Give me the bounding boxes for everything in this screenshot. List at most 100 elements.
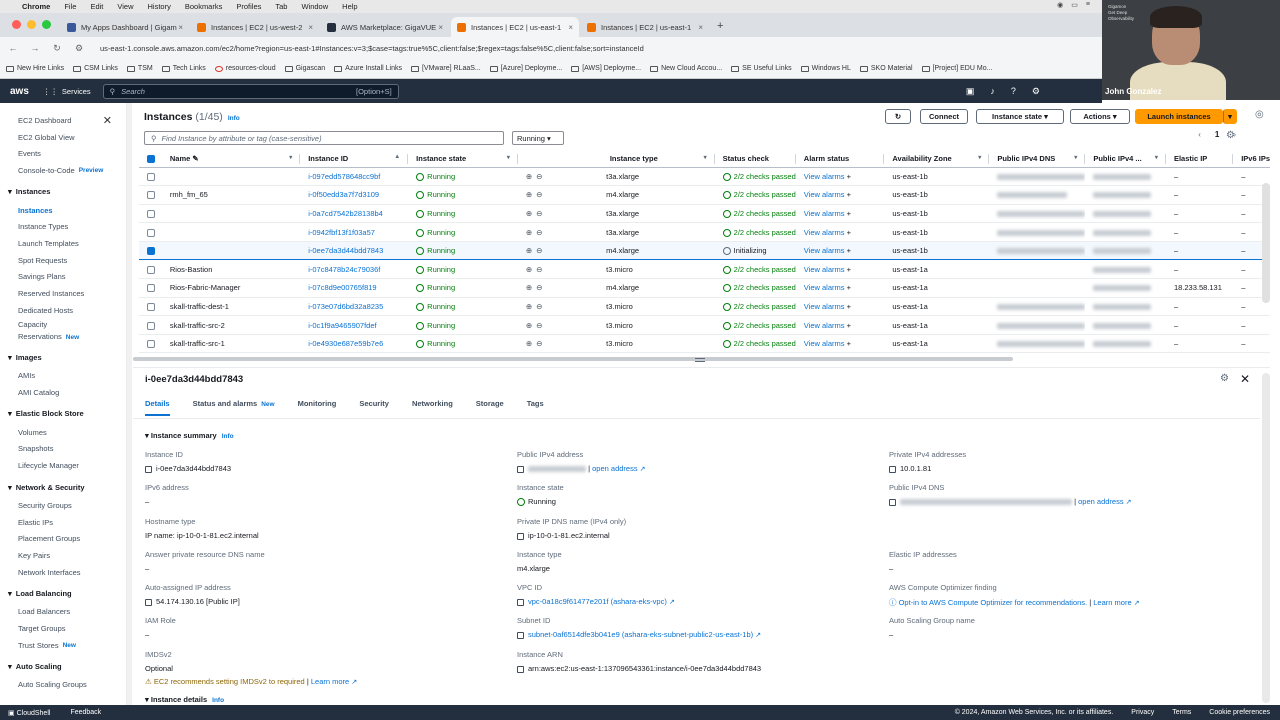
col-public-dns[interactable]: Public IPv4 DNS ▾ xyxy=(989,151,1086,168)
instance-id-link[interactable]: i-0a7cd7542b28138b4 xyxy=(308,209,383,218)
sidebar-section-auto-scaling[interactable]: ▾ Auto Scaling xyxy=(0,657,126,677)
copy-icon[interactable] xyxy=(517,598,524,606)
close-sidebar-icon[interactable]: ✕ xyxy=(103,114,112,127)
info-link[interactable]: Info xyxy=(228,115,240,122)
cloudshell-icon[interactable]: ▣ xyxy=(966,86,975,97)
sidebar-item-events[interactable]: Events xyxy=(0,145,126,162)
sidebar-section-instances[interactable]: ▾ Instances xyxy=(0,182,126,202)
instance-id-link[interactable]: i-0f50edd3a7f7d3109 xyxy=(308,190,379,199)
table-row[interactable]: i-097edd578648cc9bf Running ⊕⊖ t3a.xlarge 2/… xyxy=(139,167,1270,187)
zoom-in-icon[interactable]: ⊕ xyxy=(526,302,536,311)
row-checkbox[interactable] xyxy=(147,265,155,274)
menu-app[interactable]: Chrome xyxy=(22,2,50,11)
row-checkbox[interactable] xyxy=(147,284,155,293)
table-row[interactable]: rmh_fm_65 i-0f50edd3a7f7d3109 Running ⊕⊖ m4.… xyxy=(139,185,1270,205)
table-vertical-scrollbar[interactable] xyxy=(1262,183,1270,303)
view-alarms-link[interactable]: View alarms xyxy=(804,302,845,311)
services-menu[interactable]: ⋮⋮ Services xyxy=(43,87,91,96)
zoom-out-icon[interactable]: ⊖ xyxy=(536,172,546,181)
instance-id-link[interactable]: i-07c8478b24c79036f xyxy=(308,265,380,274)
aws-logo[interactable]: aws xyxy=(10,86,29,97)
sidebar-scrollbar[interactable] xyxy=(127,103,132,705)
zoom-out-icon[interactable]: ⊖ xyxy=(536,302,546,311)
add-alarm-icon[interactable]: + xyxy=(847,302,851,311)
col-public-ip[interactable]: Public IPv4 ... ▾ xyxy=(1085,151,1166,168)
wifi-icon[interactable]: ◉ xyxy=(1057,1,1063,9)
add-alarm-icon[interactable]: + xyxy=(847,246,851,255)
bookmark-folder[interactable]: Tech Links xyxy=(161,65,206,72)
table-row[interactable]: Rios-Bastion i-07c8478b24c79036f Running ⊕⊖… xyxy=(139,259,1270,280)
tab-monitoring[interactable]: Monitoring xyxy=(298,399,337,416)
copy-icon[interactable] xyxy=(889,465,896,473)
tab-tags[interactable]: Tags xyxy=(527,399,544,416)
url-field[interactable]: us-east-1.console.aws.amazon.com/ec2/hom… xyxy=(100,44,710,53)
info-link[interactable]: Info xyxy=(212,697,224,704)
sidebar-section-ebs[interactable]: ▾ Elastic Block Store xyxy=(0,404,126,424)
col-instance-state[interactable]: Instance state ▾ xyxy=(408,151,518,168)
browser-tab-active[interactable]: Instances | EC2 | us-east-1 × xyxy=(451,17,579,37)
menu-file[interactable]: File xyxy=(64,2,76,11)
table-row[interactable]: Rios-Fabric-Manager i-07c8d9e00765f819 Run… xyxy=(139,278,1270,298)
row-checkbox[interactable] xyxy=(147,228,155,237)
tab-close-icon[interactable]: × xyxy=(698,23,703,32)
browser-tab[interactable]: AWS Marketplace: GigaVUE Cl × xyxy=(321,17,449,37)
menu-profiles[interactable]: Profiles xyxy=(236,2,261,11)
table-settings-icon[interactable]: ⚙ xyxy=(1226,130,1235,141)
col-elastic-ip[interactable]: Elastic IP xyxy=(1165,151,1234,168)
zoom-out-icon[interactable]: ⊖ xyxy=(536,321,546,330)
tab-networking[interactable]: Networking xyxy=(412,399,453,416)
copy-icon[interactable] xyxy=(145,465,152,473)
refresh-button[interactable]: ↻ xyxy=(885,109,911,124)
zoom-window-button[interactable] xyxy=(42,20,51,29)
sidebar-item-instance-types[interactable]: Instance Types xyxy=(0,218,126,235)
tab-close-icon[interactable]: × xyxy=(178,23,183,32)
view-alarms-link[interactable]: View alarms xyxy=(804,228,845,237)
row-checkbox[interactable] xyxy=(147,321,155,330)
add-alarm-icon[interactable]: + xyxy=(847,209,851,218)
add-alarm-icon[interactable]: + xyxy=(847,339,851,348)
tab-details[interactable]: Details xyxy=(145,399,170,416)
new-tab-button[interactable]: + xyxy=(717,20,723,32)
add-alarm-icon[interactable]: + xyxy=(847,228,851,237)
table-row[interactable]: i-0ee7da3d44bdd7843 Running ⊕⊖ m4.xlarge Ini… xyxy=(139,240,1270,261)
info-link[interactable]: Info xyxy=(222,433,234,440)
col-instance-type[interactable]: Instance type ▾ xyxy=(517,151,715,168)
prev-page-icon[interactable]: ‹ xyxy=(1198,130,1201,139)
instance-id-link[interactable]: i-07c8d9e00765f819 xyxy=(308,283,376,292)
instance-id-link[interactable]: i-097edd578648cc9bf xyxy=(308,172,380,181)
tab-close-icon[interactable]: × xyxy=(308,23,313,32)
view-alarms-link[interactable]: View alarms xyxy=(804,283,845,292)
tab-close-icon[interactable]: × xyxy=(438,23,443,32)
zoom-out-icon[interactable]: ⊖ xyxy=(536,246,546,255)
forward-icon[interactable]: → xyxy=(24,43,46,53)
region-selector[interactable] xyxy=(1056,86,1096,97)
console-search[interactable]: ⚲ Search [Option+S] xyxy=(102,83,399,99)
drag-handle-icon[interactable] xyxy=(695,358,705,362)
row-checkbox[interactable] xyxy=(147,172,155,181)
sidebar-section-load-balancing[interactable]: ▾ Load Balancing xyxy=(0,583,126,603)
copy-icon[interactable] xyxy=(145,598,152,606)
bookmark-link[interactable]: resources-cloud xyxy=(214,65,276,72)
row-checkbox[interactable] xyxy=(147,247,155,256)
add-alarm-icon[interactable]: + xyxy=(847,321,851,330)
minimize-window-button[interactable] xyxy=(27,20,36,29)
browser-tab[interactable]: Instances | EC2 | us-west-2 × xyxy=(191,17,319,37)
table-row[interactable]: skall-traffic-src-2 i-0c1f9a9465907fdef Ru… xyxy=(139,315,1270,335)
browser-tab[interactable]: Instances | EC2 | us-east-1 × xyxy=(581,17,709,37)
battery-icon[interactable]: ▭ xyxy=(1071,1,1078,9)
instance-state-button[interactable]: Instance state ▾ xyxy=(976,109,1064,124)
sidebar-item-security-groups[interactable]: Security Groups xyxy=(0,497,126,514)
zoom-out-icon[interactable]: ⊖ xyxy=(536,190,546,199)
bookmark-folder[interactable]: CSM Links xyxy=(73,65,118,72)
instance-id-link[interactable]: i-0ee7da3d44bdd7843 xyxy=(308,246,383,255)
sidebar-item-target-groups[interactable]: Target Groups xyxy=(0,620,126,637)
tab-security[interactable]: Security xyxy=(359,399,389,416)
terms-link[interactable]: Terms xyxy=(1172,709,1191,716)
sidebar-item-capacity-reservations[interactable]: Capacity Reservations New xyxy=(0,319,90,345)
bookmark-folder[interactable]: New Cloud Accou... xyxy=(650,65,722,72)
zoom-out-icon[interactable]: ⊖ xyxy=(536,339,546,348)
sidebar-item-load-balancers[interactable]: Load Balancers xyxy=(0,603,126,620)
feedback-link[interactable]: Feedback xyxy=(70,709,101,717)
split-panel-divider[interactable] xyxy=(133,356,1270,368)
bookmark-folder[interactable]: Windows HL xyxy=(800,65,851,72)
